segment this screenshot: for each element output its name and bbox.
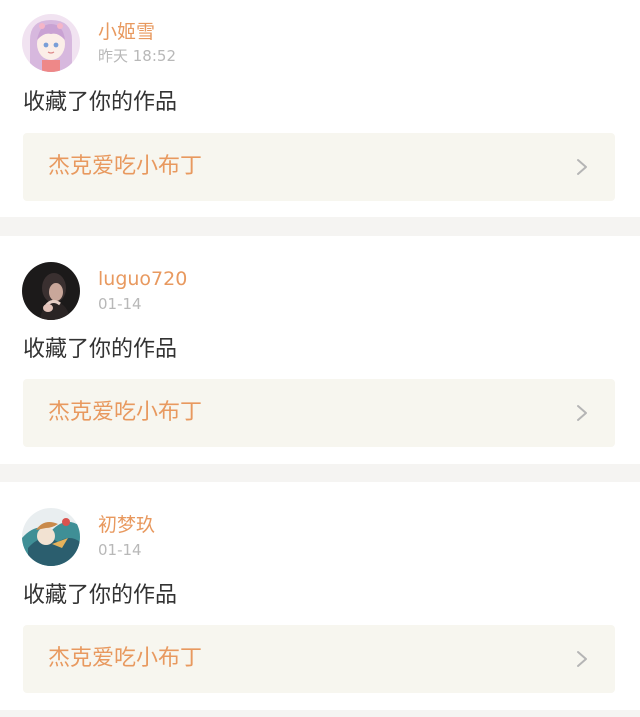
- timestamp: 01-14: [98, 541, 142, 559]
- work-link[interactable]: 杰克爱吃小布丁: [23, 133, 615, 201]
- work-link[interactable]: 杰克爱吃小布丁: [23, 625, 615, 693]
- dark-photo-avatar-icon: [22, 262, 80, 320]
- username[interactable]: 小姬雪: [98, 20, 155, 44]
- notification-card: 小姬雪 昨天 18:52 收藏了你的作品 杰克爱吃小布丁: [0, 0, 640, 217]
- user-avatar[interactable]: [22, 14, 80, 72]
- illustration-avatar-icon: [22, 508, 80, 566]
- action-text: 收藏了你的作品: [23, 583, 178, 608]
- work-title: 杰克爱吃小布丁: [48, 400, 203, 425]
- user-avatar[interactable]: [22, 508, 80, 566]
- anime-girl-avatar-icon: [22, 14, 80, 72]
- notification-card: 初梦玖 01-14 收藏了你的作品 杰克爱吃小布丁: [0, 482, 640, 710]
- timestamp: 01-14: [98, 295, 142, 313]
- chevron-right-icon: [577, 405, 587, 421]
- chevron-right-icon: [577, 159, 587, 175]
- work-link[interactable]: 杰克爱吃小布丁: [23, 379, 615, 447]
- work-title: 杰克爱吃小布丁: [48, 154, 203, 179]
- timestamp: 昨天 18:52: [98, 47, 176, 65]
- notification-feed: 小姬雪 昨天 18:52 收藏了你的作品 杰克爱吃小布丁 luguo720 01…: [0, 0, 640, 717]
- notification-card: luguo720 01-14 收藏了你的作品 杰克爱吃小布丁: [0, 236, 640, 464]
- chevron-right-icon: [577, 651, 587, 667]
- action-text: 收藏了你的作品: [23, 90, 178, 115]
- username[interactable]: 初梦玖: [98, 513, 155, 537]
- username[interactable]: luguo720: [98, 267, 187, 291]
- user-avatar[interactable]: [22, 262, 80, 320]
- action-text: 收藏了你的作品: [23, 337, 178, 362]
- work-title: 杰克爱吃小布丁: [48, 646, 203, 671]
